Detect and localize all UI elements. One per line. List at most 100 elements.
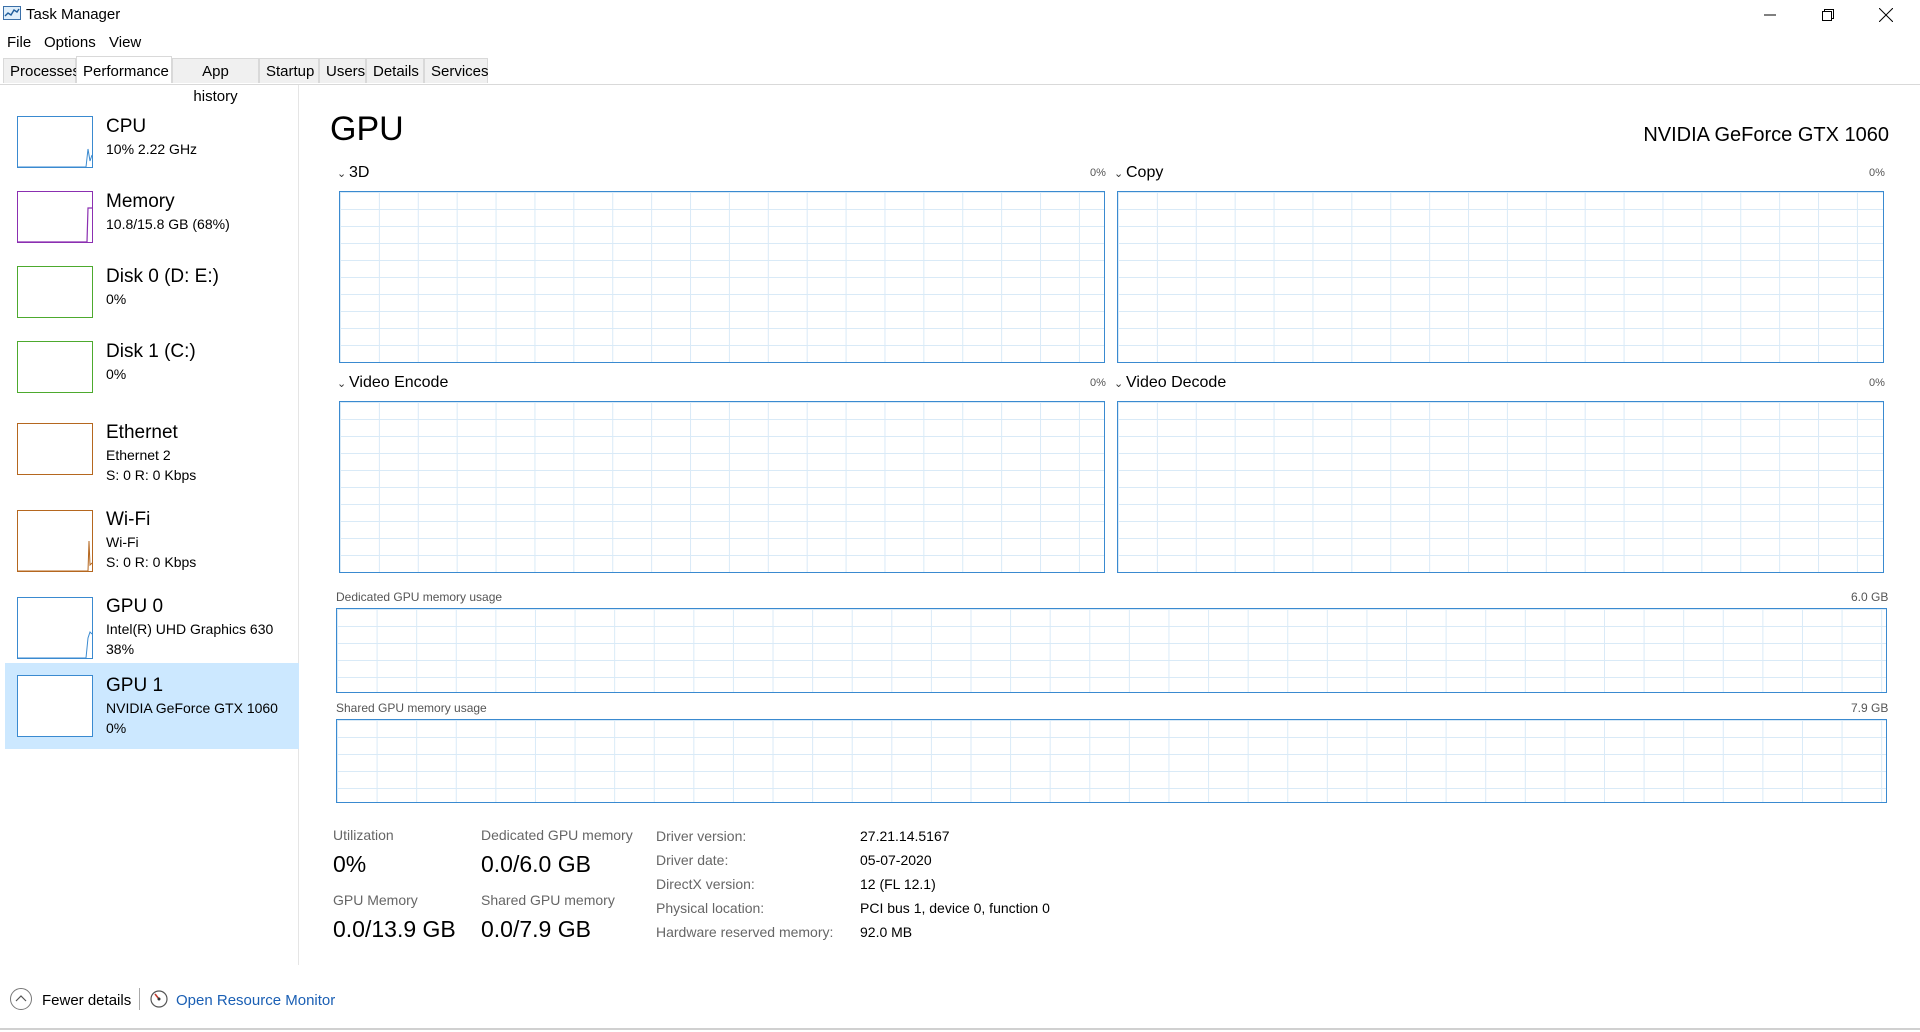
driver-date-label: Driver date:: [656, 852, 729, 868]
memory-thumbnail-graph: [17, 191, 93, 243]
close-icon: [1879, 8, 1893, 22]
restore-button[interactable]: [1799, 0, 1857, 30]
hardware-reserved-memory-value: 92.0 MB: [860, 924, 913, 940]
sidebar-item-label: Disk 1 (C:): [106, 341, 196, 362]
sidebar-item-disk-0[interactable]: Disk 0 (D: E:) 0%: [5, 260, 299, 345]
sidebar-item-detail: 10% 2.22 GHz: [106, 141, 198, 157]
sidebar-item-detail: NVIDIA GeForce GTX 1060: [106, 700, 278, 716]
sidebar-item-utilization: 0%: [106, 720, 127, 736]
sidebar-item-label: Wi-Fi: [106, 509, 151, 530]
footer-divider: [139, 988, 140, 1010]
driver-version-value: 27.21.14.5167: [860, 828, 950, 844]
sidebar-item-detail: Wi-Fi: [106, 534, 139, 550]
engine-selector-video-encode[interactable]: ⌄ Video Encode: [337, 374, 448, 392]
menu-view[interactable]: View: [109, 34, 141, 51]
tab-performance[interactable]: Performance: [76, 56, 172, 83]
close-button[interactable]: [1857, 0, 1915, 30]
shared-memory-stat-label: Shared GPU memory: [481, 892, 615, 908]
gpu-0-thumbnail-graph: [17, 597, 93, 659]
tab-app-history[interactable]: App history: [172, 58, 259, 105]
dedicated-memory-max: 6.0 GB: [1851, 590, 1889, 604]
gpu-memory-label: GPU Memory: [333, 892, 418, 908]
sidebar-item-memory[interactable]: Memory 10.8/15.8 GB (68%): [5, 185, 299, 270]
physical-location-value: PCI bus 1, device 0, function 0: [860, 900, 1050, 916]
gpu-device-name: NVIDIA GeForce GTX 1060: [1643, 124, 1889, 146]
menu-options[interactable]: Options: [44, 34, 96, 51]
cpu-thumbnail-graph: [17, 116, 93, 168]
restore-icon: [1822, 9, 1834, 21]
physical-location-label: Physical location:: [656, 900, 765, 916]
fewer-details-button[interactable]: Fewer details: [42, 992, 131, 1009]
engine-selector-video-decode[interactable]: ⌄ Video Decode: [1114, 374, 1226, 392]
dedicated-memory-stat-label: Dedicated GPU memory: [481, 827, 633, 843]
menu-file[interactable]: File: [7, 34, 31, 51]
sidebar-item-label: GPU 0: [106, 596, 164, 617]
sidebar-item-gpu-0[interactable]: GPU 0 Intel(R) UHD Graphics 630 38%: [5, 584, 299, 669]
sidebar-item-detail: 10.8/15.8 GB (68%): [106, 216, 230, 232]
chevron-down-icon: ⌄: [1114, 378, 1124, 390]
hardware-reserved-memory-label: Hardware reserved memory:: [656, 924, 834, 940]
sidebar-item-utilization: 38%: [106, 641, 135, 657]
title-bar: Task Manager: [0, 0, 1920, 30]
shared-memory-stat-value: 0.0/7.9 GB: [481, 916, 591, 942]
shared-memory-max: 7.9 GB: [1851, 701, 1889, 715]
sidebar-item-label: GPU 1: [106, 675, 164, 696]
driver-date-value: 05-07-2020: [860, 852, 932, 868]
chevron-down-icon: ⌄: [1114, 168, 1124, 180]
tab-processes[interactable]: Processes: [3, 58, 80, 83]
chevron-down-icon: ⌄: [337, 168, 347, 180]
engine-selector-copy[interactable]: ⌄ Copy: [1114, 164, 1163, 182]
sidebar-item-disk-1[interactable]: Disk 1 (C:) 0%: [5, 335, 299, 420]
sidebar-item-label: Disk 0 (D: E:): [106, 266, 219, 287]
ethernet-thumbnail-graph: [17, 423, 93, 475]
utilization-value: 0%: [333, 851, 367, 877]
sidebar-item-throughput: S: 0 R: 0 Kbps: [106, 554, 197, 570]
open-resource-monitor-link[interactable]: Open Resource Monitor: [176, 992, 335, 1009]
graph-copy: [1117, 191, 1884, 363]
wifi-thumbnail-graph: [17, 510, 93, 572]
directx-version-label: DirectX version:: [656, 876, 755, 892]
window-bottom-border: [0, 1028, 1920, 1030]
sidebar-item-detail: Ethernet 2: [106, 447, 171, 463]
engine-pct-video-decode: 0%: [1869, 377, 1885, 389]
sidebar-item-label: Memory: [106, 191, 175, 212]
directx-version-value: 12 (FL 12.1): [860, 876, 936, 892]
window-title: Task Manager: [26, 6, 121, 23]
disk-1-thumbnail-graph: [17, 341, 93, 393]
graph-dedicated-memory: [336, 608, 1887, 693]
page-title: GPU: [330, 110, 404, 148]
sidebar-item-throughput: S: 0 R: 0 Kbps: [106, 467, 197, 483]
resource-sidebar: CPU 10% 2.22 GHz Memory 10.8/15.8 GB (68…: [0, 85, 299, 965]
disk-0-thumbnail-graph: [17, 266, 93, 318]
tab-bar: Processes Performance App history Startu…: [0, 56, 1920, 105]
tab-users[interactable]: Users: [319, 58, 366, 83]
engine-pct-video-encode: 0%: [1090, 377, 1106, 389]
resource-monitor-icon: [150, 990, 168, 1008]
shared-memory-label: Shared GPU memory usage: [336, 701, 487, 715]
gpu-1-thumbnail-graph: [17, 675, 93, 737]
chevron-up-icon[interactable]: [10, 988, 32, 1010]
engine-selector-3d[interactable]: ⌄ 3D: [337, 164, 369, 182]
sidebar-item-wifi[interactable]: Wi-Fi Wi-Fi S: 0 R: 0 Kbps: [5, 497, 299, 582]
sidebar-item-gpu-1[interactable]: GPU 1 NVIDIA GeForce GTX 1060 0%: [5, 663, 299, 749]
minimize-icon: [1764, 14, 1776, 16]
sidebar-item-cpu[interactable]: CPU 10% 2.22 GHz: [5, 110, 299, 195]
graph-3d: [339, 191, 1105, 363]
dedicated-memory-stat-value: 0.0/6.0 GB: [481, 851, 591, 877]
footer: Fewer details Open Resource Monitor: [0, 982, 1920, 1032]
sidebar-item-detail: Intel(R) UHD Graphics 630: [106, 621, 274, 637]
graph-shared-memory: [336, 719, 1887, 803]
tab-startup[interactable]: Startup: [259, 58, 319, 83]
engine-pct-3d: 0%: [1090, 167, 1106, 179]
dedicated-memory-label: Dedicated GPU memory usage: [336, 590, 503, 604]
tab-services[interactable]: Services: [424, 58, 489, 83]
graph-video-encode: [339, 401, 1105, 573]
task-manager-icon: [3, 6, 21, 20]
tab-details[interactable]: Details: [366, 58, 424, 83]
driver-version-label: Driver version:: [656, 828, 747, 844]
minimize-button[interactable]: [1741, 0, 1799, 30]
graph-video-decode: [1117, 401, 1884, 573]
utilization-label: Utilization: [333, 827, 394, 843]
sidebar-item-ethernet[interactable]: Ethernet Ethernet 2 S: 0 R: 0 Kbps: [5, 410, 299, 495]
engine-pct-copy: 0%: [1869, 167, 1885, 179]
